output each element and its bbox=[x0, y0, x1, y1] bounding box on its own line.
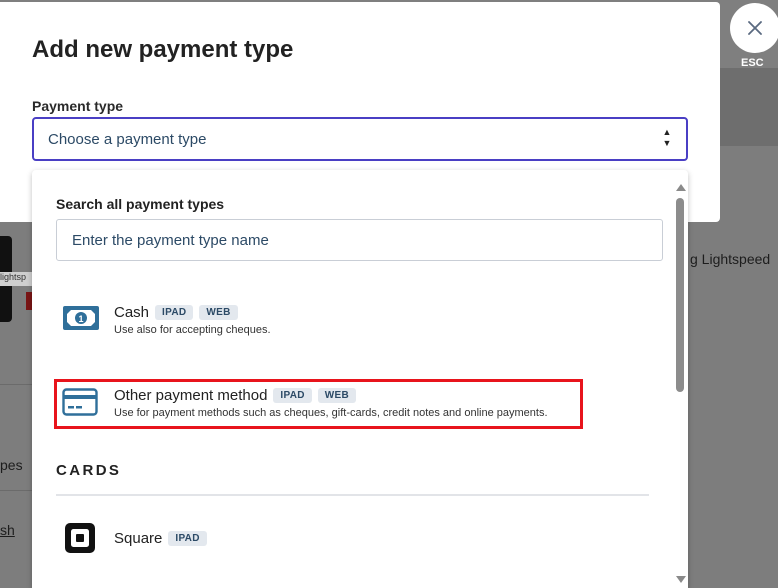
option-square[interactable]: Square IPAD bbox=[54, 516, 582, 560]
section-divider bbox=[56, 494, 649, 496]
search-input[interactable] bbox=[56, 219, 663, 261]
option-description: Use also for accepting cheques. bbox=[114, 324, 271, 336]
background-thumbnail-label: lightsp bbox=[0, 272, 32, 286]
option-name: Square IPAD bbox=[114, 530, 207, 547]
close-icon bbox=[748, 21, 762, 35]
select-value: Choose a payment type bbox=[48, 131, 207, 148]
section-heading-cards: CARDS bbox=[56, 462, 122, 479]
cash-icon: 1 bbox=[62, 305, 100, 336]
esc-label: ESC bbox=[741, 57, 764, 69]
search-label: Search all payment types bbox=[56, 196, 225, 212]
option-name-text: Cash bbox=[114, 304, 150, 321]
scroll-down-arrow-icon[interactable] bbox=[676, 576, 686, 583]
scroll-thumb[interactable] bbox=[676, 198, 684, 392]
square-logo-icon bbox=[64, 522, 96, 559]
payment-type-label: Payment type bbox=[32, 98, 124, 114]
background-link-cash: sh bbox=[0, 522, 15, 538]
payment-type-select[interactable]: Choose a payment type ▲ ▼ bbox=[32, 117, 688, 161]
background-divider bbox=[0, 490, 32, 491]
option-cash[interactable]: 1 Cash IPAD WEB Use also for accepting che… bbox=[54, 294, 582, 344]
close-button[interactable] bbox=[730, 3, 778, 53]
badge-ipad: IPAD bbox=[168, 531, 207, 546]
badge-ipad: IPAD bbox=[155, 305, 194, 320]
background-text-right: g Lightspeed bbox=[690, 251, 771, 267]
option-name-text: Square bbox=[114, 530, 163, 547]
modal-title: Add new payment type bbox=[32, 36, 294, 63]
select-arrows-icon: ▲ ▼ bbox=[662, 127, 672, 148]
background-text-types: pes bbox=[0, 457, 23, 473]
background-divider bbox=[0, 384, 32, 385]
svg-text:1: 1 bbox=[78, 314, 83, 324]
dropdown-scrollbar[interactable] bbox=[672, 178, 688, 588]
payment-type-dropdown: Search all payment types 1 Cash IPAD WEB U… bbox=[32, 170, 688, 588]
option-name: Cash IPAD WEB bbox=[114, 304, 238, 321]
scroll-up-arrow-icon[interactable] bbox=[676, 184, 686, 191]
highlight-box bbox=[54, 379, 583, 429]
badge-web: WEB bbox=[199, 305, 238, 320]
